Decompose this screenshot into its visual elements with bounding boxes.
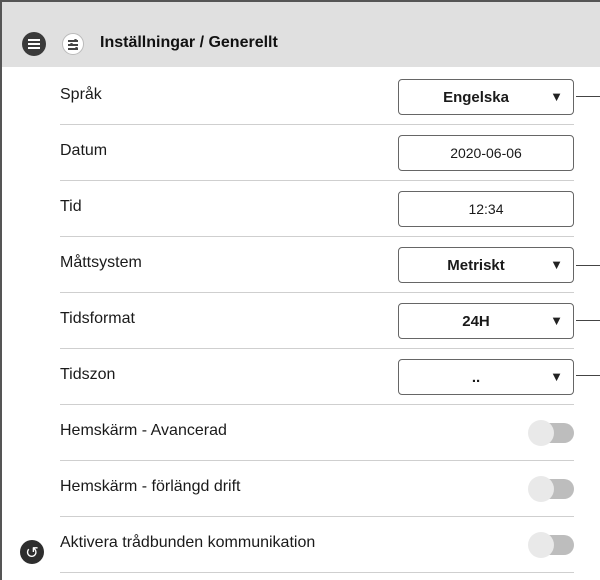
setting-label: Språk [60, 86, 102, 103]
setting-row-home-advanced: Hemskärm - Avancerad [60, 404, 574, 461]
date-field[interactable]: 2020-06-06 [398, 135, 574, 171]
setting-label: Tidszon [60, 366, 116, 383]
setting-label: Datum [60, 142, 108, 159]
select-value: 24H [462, 313, 490, 330]
setting-row-timezone: Tidszon .. ▼ [60, 348, 574, 405]
setting-row-home-extended: Hemskärm - förlängd drift [60, 460, 574, 517]
setting-label: Tid [60, 198, 82, 215]
select-value: Metriskt [447, 257, 505, 274]
leader-line [576, 96, 600, 97]
setting-row-language: Språk Engelska ▼ [60, 68, 574, 125]
toggle-knob [528, 420, 554, 446]
language-select[interactable]: Engelska ▼ [398, 79, 574, 115]
select-value: Engelska [443, 89, 509, 106]
select-value: .. [471, 369, 481, 386]
setting-label: Aktivera trådbunden kommunikation [60, 534, 316, 551]
setting-label: Tidsformat [60, 310, 135, 327]
setting-row-measurement-system: Måttsystem Metriskt ▼ [60, 236, 574, 293]
setting-row-wired-communication: Aktivera trådbunden kommunikation [60, 516, 574, 573]
home-advanced-toggle[interactable] [528, 420, 574, 446]
setting-row-time-format: Tidsformat 24H ▼ [60, 292, 574, 349]
header-bar: Inställningar / Generellt [2, 2, 600, 67]
chevron-down-icon: ▼ [550, 89, 563, 104]
sliders-icon [62, 33, 84, 55]
timezone-select[interactable]: .. ▼ [398, 359, 574, 395]
chevron-down-icon: ▼ [550, 369, 563, 384]
toggle-knob [528, 476, 554, 502]
home-extended-toggle[interactable] [528, 476, 574, 502]
setting-label: Måttsystem [60, 254, 142, 271]
menu-icon[interactable] [22, 32, 46, 56]
chevron-down-icon: ▼ [550, 257, 563, 272]
toggle-knob [528, 532, 554, 558]
measurement-system-select[interactable]: Metriskt ▼ [398, 247, 574, 283]
time-field[interactable]: 12:34 [398, 191, 574, 227]
wired-communication-toggle[interactable] [528, 532, 574, 558]
chevron-down-icon: ▼ [550, 313, 563, 328]
leader-line [576, 265, 600, 266]
setting-label: Hemskärm - förlängd drift [60, 478, 241, 495]
back-icon[interactable]: ↺ [20, 540, 44, 564]
leader-line [576, 320, 600, 321]
setting-row-date: Datum 2020-06-06 [60, 124, 574, 181]
setting-row-time: Tid 12:34 [60, 180, 574, 237]
leader-line [576, 375, 600, 376]
time-format-select[interactable]: 24H ▼ [398, 303, 574, 339]
page-title: Inställningar / Generellt [100, 34, 278, 51]
setting-label: Hemskärm - Avancerad [60, 422, 227, 439]
